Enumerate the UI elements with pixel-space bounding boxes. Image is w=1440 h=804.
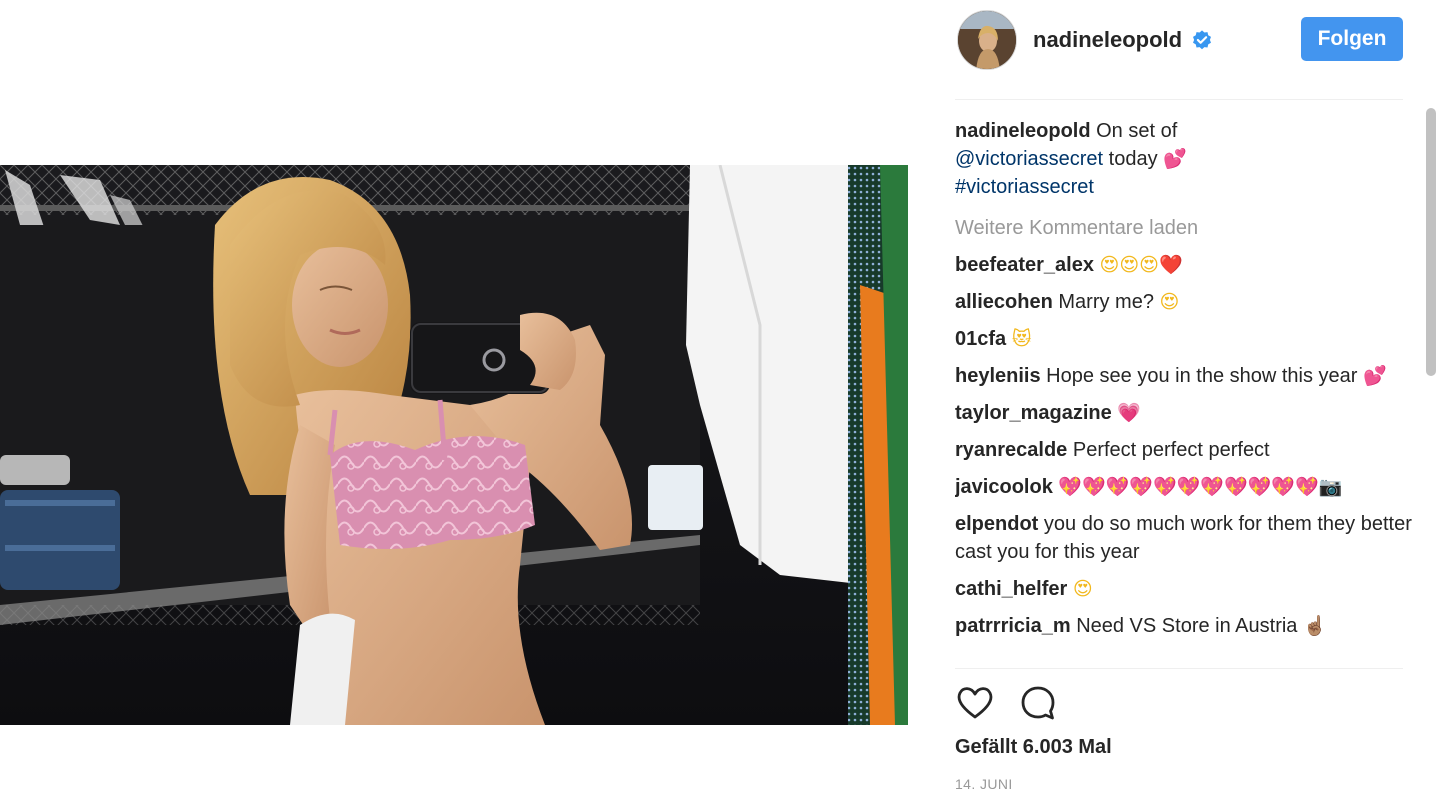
author-username[interactable]: nadineleopold	[1033, 27, 1182, 53]
comment-item: javicoolok 💖💖💖💖💖💖💖💖💖💖💖📷	[955, 473, 1415, 501]
follow-button[interactable]: Folgen	[1301, 17, 1403, 61]
avatar-picture-icon	[958, 11, 1016, 69]
comment-emoji: 😍	[1159, 291, 1180, 313]
verified-badge-icon	[1193, 30, 1211, 50]
comment-text: Hope see you in the show this year	[1046, 365, 1358, 387]
post-actions	[955, 683, 1155, 727]
comment-emoji: ☝🏽	[1302, 615, 1327, 637]
caption-comment: nadineleopold On set of @victoriassecret…	[955, 117, 1415, 201]
comment-emoji: 😍	[1072, 578, 1093, 600]
load-more-comments-button[interactable]: Weitere Kommentare laden	[955, 214, 1415, 242]
comment-username[interactable]: 01cfa	[955, 328, 1006, 350]
comment-text: Perfect perfect perfect	[1072, 439, 1270, 461]
caption-mention-link[interactable]: @victoriassecret	[955, 148, 1103, 170]
comment-username[interactable]: beefeater_alex	[955, 254, 1094, 276]
comment-item: heyleniis Hope see you in the show this …	[955, 362, 1415, 390]
comment-item: ryanrecalde Perfect perfect perfect	[955, 436, 1415, 464]
comments-scrollbar[interactable]	[1421, 100, 1440, 670]
heart-icon[interactable]	[955, 683, 995, 723]
comment-text: Need VS Store in Austria	[1076, 615, 1298, 637]
comment-item: beefeater_alex 😍😍😍❤️	[955, 251, 1415, 279]
comment-emoji: 😍😍😍❤️	[1099, 254, 1183, 276]
comment-item: patrrricia_m Need VS Store in Austria ☝🏽	[955, 612, 1415, 640]
comments-list[interactable]: nadineleopold On set of @victoriassecret…	[955, 117, 1415, 670]
comment-item: alliecohen Marry me? 😍	[955, 288, 1415, 316]
header-divider	[955, 99, 1403, 100]
post-image[interactable]	[0, 165, 908, 725]
comment-icon[interactable]	[1018, 683, 1058, 723]
comment-username[interactable]: ryanrecalde	[955, 439, 1067, 461]
profile-avatar[interactable]	[957, 10, 1017, 70]
comment-username[interactable]: patrrricia_m	[955, 615, 1071, 637]
comment-item: elpendot you do so much work for them th…	[955, 510, 1415, 566]
caption-username[interactable]: nadineleopold	[955, 120, 1091, 142]
comment-emoji: 😻	[1011, 328, 1032, 350]
caption-text-after: today	[1103, 148, 1164, 170]
post-photo-illustration	[0, 165, 908, 725]
comment-emoji: 💖💖💖💖💖💖💖💖💖💖💖📷	[1058, 476, 1343, 498]
likes-count[interactable]: Gefällt 6.003 Mal	[955, 736, 1112, 759]
comment-item: cathi_helfer 😍	[955, 575, 1415, 603]
caption-hashtag-link[interactable]: #victoriassecret	[955, 176, 1094, 198]
comment-emoji: 💕	[1363, 365, 1387, 387]
comment-item: 01cfa 😻	[955, 325, 1415, 353]
comment-username[interactable]: heyleniis	[955, 365, 1041, 387]
comment-emoji: 💗	[1117, 402, 1141, 424]
two-hearts-emoji-icon: 💕	[1163, 148, 1187, 170]
comment-username[interactable]: alliecohen	[955, 291, 1053, 313]
scrollbar-thumb[interactable]	[1426, 108, 1436, 376]
comment-username[interactable]: javicoolok	[955, 476, 1053, 498]
comment-username[interactable]: taylor_magazine	[955, 402, 1112, 424]
post-header: nadineleopold Folgen	[955, 10, 1403, 70]
post-side-panel: nadineleopold Folgen nadineleopold On se…	[955, 0, 1436, 804]
comment-username[interactable]: cathi_helfer	[955, 578, 1067, 600]
comment-item: taylor_magazine 💗	[955, 399, 1415, 427]
comment-username[interactable]: elpendot	[955, 513, 1038, 535]
caption-text-before: On set of	[1090, 120, 1178, 142]
post-date[interactable]: 14. JUNI	[955, 776, 1013, 792]
comment-text: Marry me?	[1058, 291, 1154, 313]
actions-divider	[955, 668, 1403, 669]
